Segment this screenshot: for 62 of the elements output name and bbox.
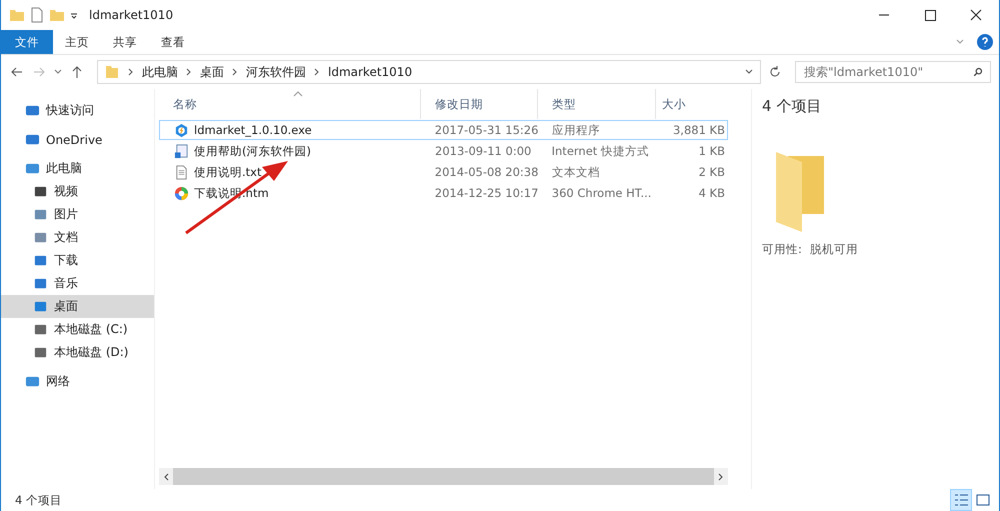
breadcrumb-item[interactable]: 桌面 (200, 64, 224, 80)
ribbon-tab[interactable]: 查看 (149, 30, 197, 54)
shortcut-icon (174, 144, 189, 158)
date-cell-text: 2013-09-11 0:00 (434, 144, 532, 158)
type-cell-text: 360 Chrome HT... (550, 186, 652, 200)
column-header[interactable]: 类型 (538, 89, 656, 119)
date-cell-text: 2014-12-25 10:17 (434, 186, 538, 200)
ribbon-tab[interactable]: 文件 (1, 30, 53, 54)
chevron-right-icon[interactable] (128, 67, 134, 77)
chevron-right-icon[interactable] (186, 67, 192, 77)
window-title: ldmarket1010 (89, 8, 174, 22)
folder-icon (104, 64, 120, 80)
file-row[interactable]: ldmarket_1.0.10.exe 2017-05-31 15:26 应用程序 3,881 KB (159, 120, 728, 140)
size-cell-text: 1 KB (698, 144, 726, 158)
file-row[interactable]: 使用帮助(河东软件园) 2013-09-11 0:00 Internet 快捷方式 1 KB (159, 141, 728, 161)
column-header[interactable]: 修改日期 (421, 89, 538, 119)
column-header[interactable]: 名称 (159, 89, 421, 119)
sort-caret-icon (293, 91, 303, 97)
sidebar-item[interactable]: 下载 (1, 249, 154, 272)
search-field[interactable]: 搜索"ldmarket1010" (795, 61, 991, 83)
sidebar-item[interactable]: 图片 (1, 203, 154, 226)
breadcrumb-item[interactable]: 此电脑 (142, 64, 178, 80)
sidebar-item[interactable]: 音乐 (1, 272, 154, 295)
sidebar-item[interactable]: 视频 (1, 180, 154, 203)
chevron-right-icon[interactable] (314, 67, 320, 77)
browser-icon (174, 186, 189, 200)
date-cell-text: 2014-05-08 20:38 (434, 165, 538, 179)
type-cell-text: 应用程序 (550, 122, 601, 138)
type-cell-text: 文本文档 (550, 164, 601, 180)
ribbon-tab[interactable]: 共享 (101, 30, 149, 54)
breadcrumb-item[interactable]: ldmarket1010 (328, 65, 412, 79)
search-icon[interactable] (973, 67, 983, 77)
sidebar-item[interactable]: 桌面 (1, 295, 154, 318)
app-icon (174, 122, 189, 138)
chevron-right-icon[interactable] (232, 67, 238, 77)
sidebar-item[interactable]: 本地磁盘 (C:) (1, 318, 154, 341)
size-cell-text: 2 KB (698, 165, 726, 179)
property-value: 脱机可用 (810, 242, 858, 257)
sidebar-item[interactable]: OneDrive (1, 128, 154, 151)
file-row[interactable]: 使用说明.txt 2014-05-08 20:38 文本文档 2 KB (159, 162, 728, 182)
sidebar-item[interactable]: 文档 (1, 226, 154, 249)
ribbon-tab[interactable]: 主页 (53, 30, 101, 54)
sidebar-item[interactable]: 快速访问 (1, 99, 154, 122)
file-name: ldmarket_1.0.10.exe (194, 123, 312, 137)
status-text: 4 个项目 (15, 492, 62, 508)
details-view-icon[interactable] (951, 490, 971, 510)
file-name: 使用帮助(河东软件园) (194, 144, 311, 158)
help-icon[interactable] (977, 34, 993, 50)
address-bar[interactable]: 此电脑 桌面 河东软件园 ldmarket1010 (97, 60, 761, 84)
size-cell-text: 4 KB (698, 186, 726, 200)
file-name: 使用说明.txt (194, 164, 262, 180)
text-file-icon (174, 164, 189, 180)
sidebar-item[interactable]: 本地磁盘 (D:) (1, 341, 154, 364)
date-cell-text: 2017-05-31 15:26 (434, 123, 538, 137)
type-cell-text: Internet 快捷方式 (550, 144, 650, 158)
property-label: 可用性: (762, 242, 802, 257)
size-cell-text: 3,881 KB (672, 123, 726, 137)
sidebar-item[interactable]: 此电脑 (1, 157, 154, 180)
details-title: 4 个项目 (762, 97, 822, 116)
sidebar-item[interactable]: 网络 (1, 370, 154, 393)
breadcrumb-item[interactable]: 河东软件园 (246, 64, 306, 80)
column-header[interactable]: 大小 (656, 89, 728, 119)
